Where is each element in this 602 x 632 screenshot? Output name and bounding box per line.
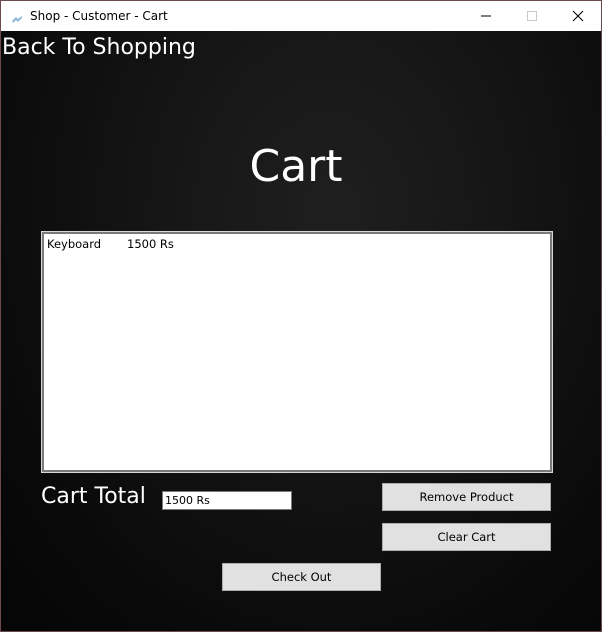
item-name: Keyboard xyxy=(47,237,102,251)
remove-product-button[interactable]: Remove Product xyxy=(382,483,551,511)
window-title: Shop - Customer - Cart xyxy=(30,9,168,23)
cart-listbox[interactable]: Keyboard 1500 Rs xyxy=(41,231,553,473)
item-price: 1500 Rs xyxy=(127,237,174,251)
cart-total-label: Cart Total xyxy=(41,484,146,509)
maximize-icon xyxy=(527,11,537,21)
close-button[interactable] xyxy=(555,1,601,31)
close-icon xyxy=(572,10,584,22)
app-icon xyxy=(11,10,23,23)
clear-cart-button[interactable]: Clear Cart xyxy=(382,523,551,551)
back-to-shopping-link[interactable]: Back To Shopping xyxy=(2,34,196,62)
app-window: Shop - Customer - Cart Back To Shopping … xyxy=(0,0,602,632)
page-title: Cart xyxy=(249,141,343,192)
minimize-icon xyxy=(481,15,491,17)
cart-total-field[interactable] xyxy=(162,491,292,510)
cart-form: Back To Shopping Cart Keyboard 1500 Rs C… xyxy=(1,31,601,631)
minimize-button[interactable] xyxy=(463,1,509,31)
title-bar[interactable]: Shop - Customer - Cart xyxy=(1,1,601,31)
check-out-button[interactable]: Check Out xyxy=(222,563,381,591)
maximize-button[interactable] xyxy=(509,1,555,31)
